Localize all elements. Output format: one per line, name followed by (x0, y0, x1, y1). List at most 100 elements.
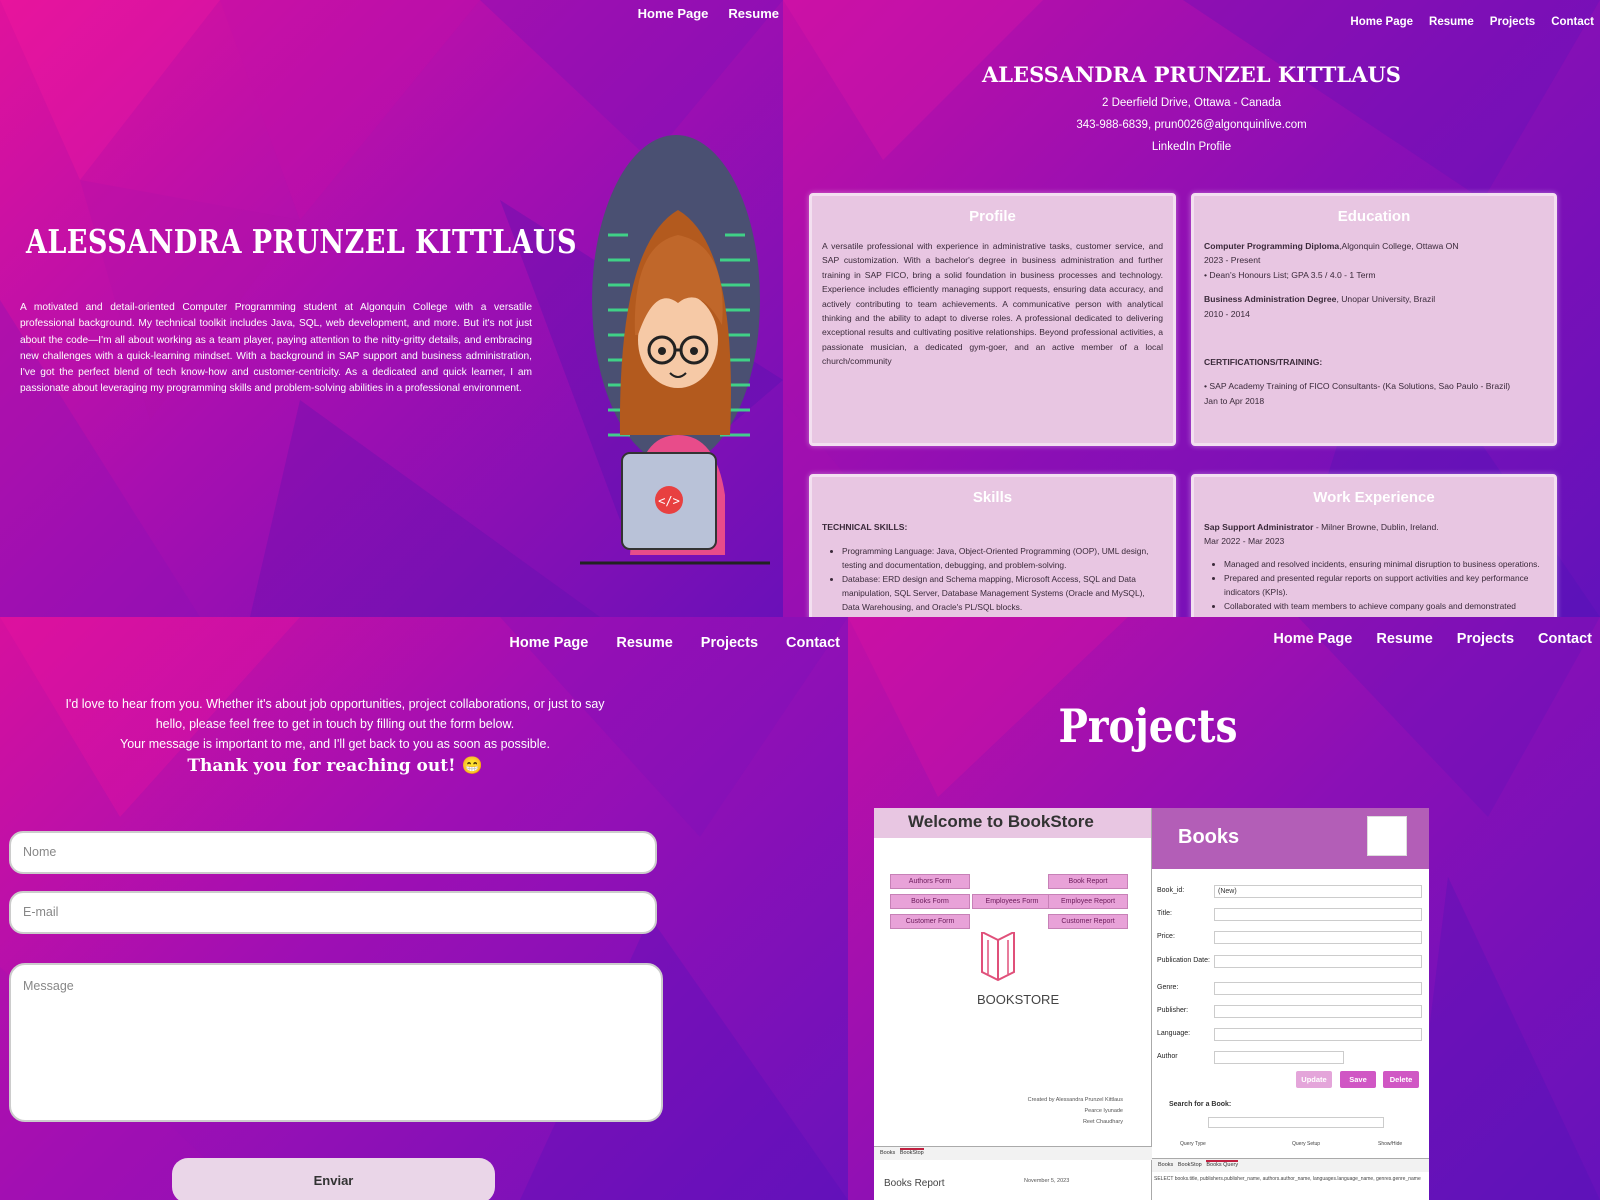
cert-title: CERTIFICATIONS/TRAINING: (1204, 357, 1323, 368)
save-button: Save (1340, 1071, 1376, 1088)
linkedin-link[interactable]: LinkedIn Profile (783, 141, 1600, 153)
author-select (1214, 1051, 1344, 1064)
field-label: Author (1157, 1053, 1178, 1060)
profile-card: Profile A versatile professional with ex… (809, 193, 1176, 446)
school-2: , Unopar University, Brazil (1336, 294, 1436, 305)
field-label: Publisher: (1157, 1007, 1189, 1014)
skills-list: Programming Language: Java, Object-Orien… (842, 544, 1163, 614)
books-form-button: Books Form (890, 894, 970, 909)
field-label: Price: (1157, 933, 1175, 940)
field-label: Publication Date: (1157, 957, 1210, 964)
employees-form-button: Employees Form (972, 894, 1052, 909)
resume-address: 2 Deerfield Drive, Ottawa - Canada (1102, 97, 1281, 109)
projects-panel: Home Page Resume Projects Contact Projec… (848, 617, 1600, 1200)
message-textarea[interactable]: Message (9, 963, 663, 1122)
contact-panel: Home Page Resume Projects Contact I'd lo… (0, 617, 848, 1200)
home-nav: Home Page Resume (638, 6, 779, 21)
dates-2: 2010 - 2014 (1204, 308, 1250, 319)
name-input[interactable]: Nome (9, 831, 657, 874)
nav-resume[interactable]: Resume (1429, 16, 1474, 28)
nav-projects[interactable]: Projects (1490, 16, 1535, 28)
credit-line: Pearce Iyunade (1084, 1108, 1123, 1114)
publication-date-field (1214, 955, 1422, 968)
tab-books: Books (1158, 1162, 1174, 1168)
bookstore-screenshot[interactable]: Welcome to BookStore Authors Form Book R… (874, 808, 1429, 1200)
sql-text: SELECT books.title, publishers.publisher… (1154, 1176, 1421, 1182)
skills-card: Skills TECHNICAL SKILLS: Programming Lan… (809, 474, 1176, 617)
books-form-header: Books (1152, 808, 1429, 869)
left-tabs: Books BookStop (874, 1146, 1152, 1160)
report-date: November 5, 2023 (1024, 1178, 1070, 1184)
query-col: Query Setup (1292, 1141, 1321, 1147)
nav-projects[interactable]: Projects (701, 635, 758, 651)
field-label: Language: (1157, 1030, 1191, 1037)
list-item: Programming Language: Java, Object-Orien… (842, 544, 1163, 572)
genre-select (1214, 982, 1422, 995)
list-item: Prepared and presented regular reports o… (1224, 571, 1544, 599)
field-label: Genre: (1157, 984, 1179, 991)
hero-intro: A motivated and detail-oriented Computer… (20, 302, 532, 395)
nav-home-page[interactable]: Home Page (1350, 16, 1413, 28)
contact-thanks: Thank you for reaching out! 😁 (187, 756, 483, 776)
tab-bookstop: BookStop (899, 1148, 924, 1156)
bookstore-logo-text: BOOKSTORE (977, 992, 1060, 1007)
projects-title: Projects (1058, 699, 1238, 753)
work-card: Work Experience Sap Support Administrato… (1191, 474, 1557, 617)
bookstore-main-menu: Welcome to BookStore Authors Form Book R… (874, 808, 1152, 1200)
authors-form-button: Authors Form (890, 874, 970, 889)
list-item: Collaborated with team members to achiev… (1224, 599, 1544, 617)
books-report-label: Books Report (884, 1178, 945, 1189)
work-company: - Milner Browne, Dublin, Ireland. (1313, 522, 1439, 532)
cert-1-dates: Jan to Apr 2018 (1204, 395, 1265, 406)
nav-resume[interactable]: Resume (728, 6, 779, 21)
books-form-title: Books (1178, 826, 1240, 848)
home-panel: Home Page Resume Alessandra Prunzel Kitt… (0, 0, 783, 617)
email-input[interactable]: E-mail (9, 891, 657, 934)
search-label: Search for a Book: (1169, 1101, 1232, 1108)
delete-button: Delete (1383, 1071, 1419, 1088)
employee-report-button: Employee Report (1048, 894, 1128, 909)
nav-projects[interactable]: Projects (1457, 631, 1514, 647)
work-list: Managed and resolved incidents, ensuring… (1224, 557, 1544, 617)
resume-nav: Home Page Resume Projects Contact (1350, 16, 1594, 28)
credits: Created by Alessandra Prunzel Kittlaus P… (1028, 1095, 1123, 1128)
right-tabs: Books BookStop Books Query (1152, 1158, 1429, 1172)
nav-home-page[interactable]: Home Page (509, 635, 588, 651)
customer-report-button: Customer Report (1048, 914, 1128, 929)
work-role: Sap Support Administrator (1204, 522, 1314, 532)
tab-books: Books (880, 1150, 896, 1156)
work-title: Work Experience (1313, 489, 1435, 506)
degree-1: Computer Programming Diploma (1204, 241, 1340, 251)
resume-panel: Home Page Resume Projects Contact Alessa… (783, 0, 1600, 617)
degree-2: Business Administration Degree (1204, 294, 1337, 305)
nav-resume[interactable]: Resume (616, 635, 672, 651)
tab-bookstop: BookStop (1177, 1162, 1202, 1168)
profile-text: A versatile professional with experience… (822, 241, 1163, 367)
nav-home-page[interactable]: Home Page (638, 6, 709, 21)
note-1: • Dean's Honours List; GPA 3.5 / 4.0 - 1… (1204, 269, 1376, 280)
nav-contact[interactable]: Contact (786, 635, 840, 651)
projects-nav: Home Page Resume Projects Contact (1273, 631, 1592, 647)
cert-1: • SAP Academy Training of FICO Consultan… (1204, 381, 1511, 392)
query-col: Query Type (1180, 1141, 1206, 1147)
coder-girl-image: </> (580, 135, 770, 565)
nav-home-page[interactable]: Home Page (1273, 631, 1352, 647)
skills-subtitle: TECHNICAL SKILLS: (822, 522, 908, 532)
price-field (1214, 931, 1422, 944)
nav-contact[interactable]: Contact (1538, 631, 1592, 647)
contact-message-1: I'd love to hear from you. Whether it's … (65, 697, 605, 711)
nav-resume[interactable]: Resume (1376, 631, 1432, 647)
bookstore-welcome: Welcome to BookStore (874, 808, 1151, 838)
field-label: Title: (1157, 910, 1172, 917)
book-id-field: (New) (1214, 885, 1422, 898)
profile-title: Profile (969, 208, 1016, 225)
avatar-illustration: </> (580, 135, 770, 585)
send-button[interactable]: Enviar (172, 1158, 495, 1200)
books-form: Books Book_id: (New) Title: Price: Publi… (1152, 808, 1429, 1200)
list-item: Managed and resolved incidents, ensuring… (1224, 557, 1544, 571)
school-1: ,Algonquin College, Ottawa ON (1339, 241, 1459, 251)
contact-message-2: hello, please feel free to get in touch … (155, 717, 515, 731)
field-label: Book_id: (1157, 887, 1185, 894)
nav-contact[interactable]: Contact (1551, 16, 1594, 28)
query-col: Show/Hide (1378, 1141, 1403, 1147)
